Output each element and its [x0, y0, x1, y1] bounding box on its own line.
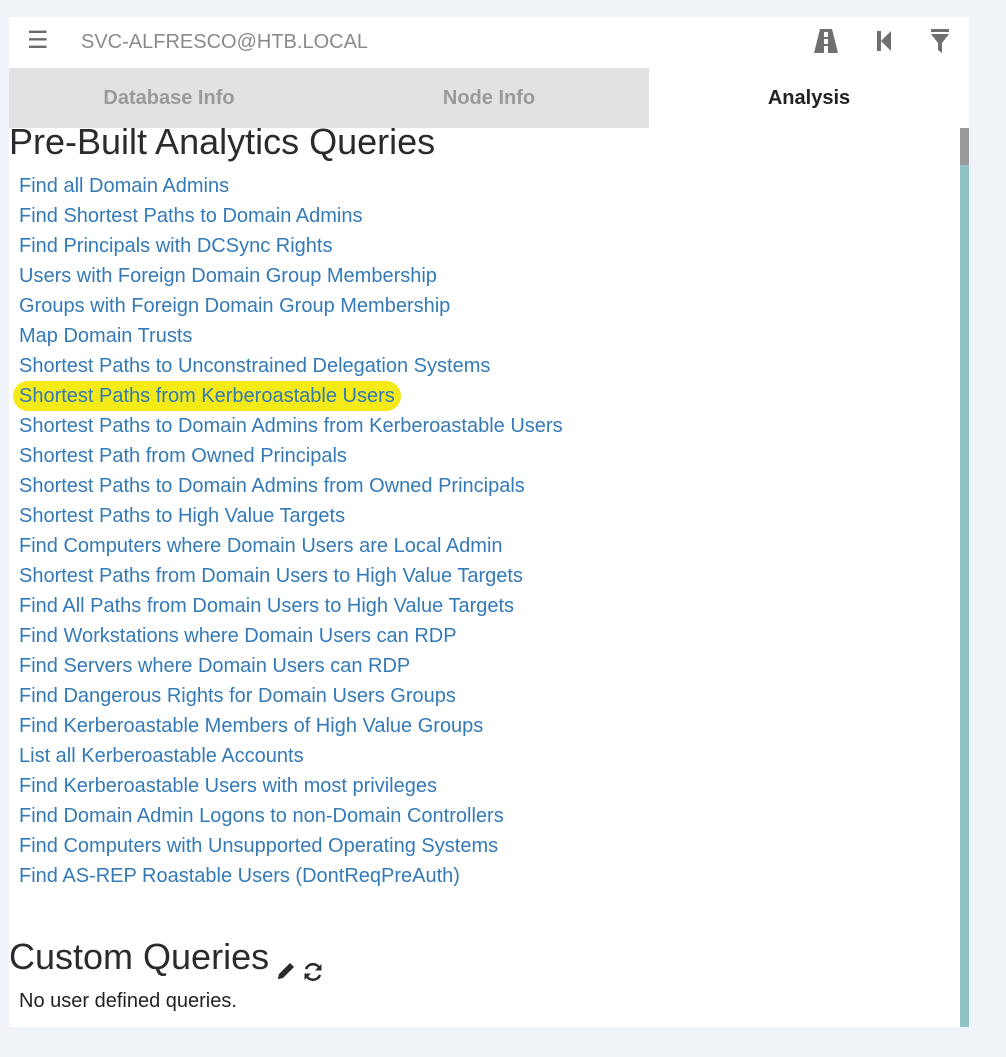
pathfinding-road-icon[interactable] — [813, 27, 839, 55]
query-item[interactable]: Shortest Path from Owned Principals — [19, 443, 347, 469]
prebuilt-queries-title: Pre-Built Analytics Queries — [9, 128, 436, 162]
query-item[interactable]: Find Dangerous Rights for Domain Users G… — [19, 683, 456, 709]
tab-database-info[interactable]: Database Info — [9, 68, 329, 128]
node-search-input[interactable] — [73, 25, 753, 59]
tab-bar: Database Info Node Info Analysis — [9, 68, 969, 128]
analysis-panel: ☰ Database Info Node Info Analysis — [9, 17, 969, 1027]
query-item[interactable]: Shortest Paths to Domain Admins from Ker… — [19, 413, 563, 439]
query-item[interactable]: Find Servers where Domain Users can RDP — [19, 653, 410, 679]
scrollbar-thumb[interactable] — [960, 128, 969, 165]
query-item[interactable]: Shortest Paths from Domain Users to High… — [19, 563, 523, 589]
refresh-icon[interactable] — [301, 960, 325, 989]
query-item[interactable]: Find Computers where Domain Users are Lo… — [19, 533, 503, 559]
query-item[interactable]: Find Workstations where Domain Users can… — [19, 623, 457, 649]
query-item[interactable]: Find All Paths from Domain Users to High… — [19, 593, 514, 619]
query-item[interactable]: Shortest Paths to Domain Admins from Own… — [19, 473, 525, 499]
custom-queries-title: Custom Queries — [9, 936, 269, 978]
query-item[interactable]: Map Domain Trusts — [19, 323, 192, 349]
query-item-highlighted[interactable]: Shortest Paths from Kerberoastable Users — [13, 381, 401, 411]
filter-icon[interactable] — [928, 27, 954, 55]
tab-node-info[interactable]: Node Info — [329, 68, 649, 128]
analysis-content: Pre-Built Analytics Queries Find all Dom… — [9, 128, 959, 1027]
query-item[interactable]: Shortest Paths to Unconstrained Delegati… — [19, 353, 490, 379]
query-item[interactable]: Find all Domain Admins — [19, 173, 229, 199]
back-step-icon[interactable] — [871, 27, 897, 55]
query-item[interactable]: Find Shortest Paths to Domain Admins — [19, 203, 363, 229]
search-bar: ☰ — [9, 17, 969, 68]
query-item[interactable]: Shortest Paths to High Value Targets — [19, 503, 345, 529]
query-item[interactable]: Groups with Foreign Domain Group Members… — [19, 293, 450, 319]
no-custom-queries-text: No user defined queries. — [19, 990, 237, 1012]
query-item[interactable]: Find Domain Admin Logons to non-Domain C… — [19, 803, 504, 829]
query-item[interactable]: Find Computers with Unsupported Operatin… — [19, 833, 498, 859]
query-item[interactable]: Find Kerberoastable Users with most priv… — [19, 773, 437, 799]
pencil-edit-icon[interactable] — [275, 960, 297, 987]
query-item[interactable]: Users with Foreign Domain Group Membersh… — [19, 263, 437, 289]
query-item[interactable]: Find Principals with DCSync Rights — [19, 233, 332, 259]
query-item[interactable]: Find Kerberoastable Members of High Valu… — [19, 713, 483, 739]
tab-analysis[interactable]: Analysis — [649, 68, 969, 128]
query-item[interactable]: Find AS-REP Roastable Users (DontReqPreA… — [19, 863, 460, 889]
custom-queries-title-text: Custom Queries — [9, 936, 270, 977]
query-item[interactable]: List all Kerberoastable Accounts — [19, 743, 304, 769]
hamburger-menu-icon[interactable]: ☰ — [27, 29, 49, 53]
content-scrollbar[interactable] — [960, 128, 969, 1027]
